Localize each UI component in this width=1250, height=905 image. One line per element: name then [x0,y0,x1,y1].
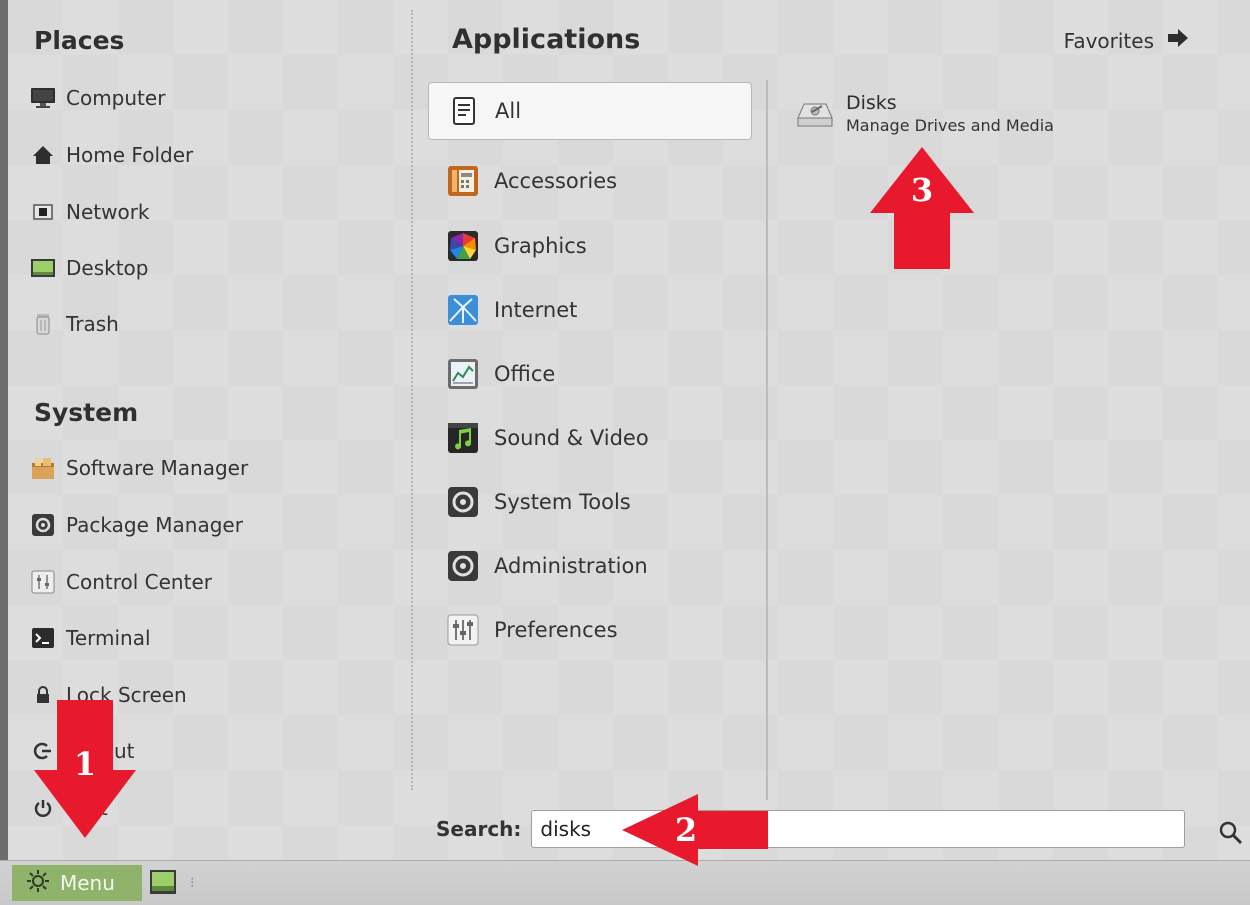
internet-icon [446,293,480,327]
lock-icon [30,682,56,708]
left-pane: Places Computer Home Folder Network Desk… [8,0,408,860]
graphics-icon [446,229,480,263]
search-icon[interactable] [1216,818,1246,848]
menu-button[interactable]: Menu [12,865,142,901]
category-internet[interactable]: Internet [428,281,752,339]
category-label: System Tools [494,490,631,514]
system-item-quit[interactable]: Quit [30,786,108,830]
category-label: Accessories [494,169,618,193]
software-manager-icon [30,455,56,481]
desktop-icon [30,255,56,281]
administration-icon [446,549,480,583]
all-list-icon [447,94,481,128]
system-item-control-center[interactable]: Control Center [30,560,212,604]
place-item-desktop[interactable]: Desktop [30,246,148,290]
category-label: Administration [494,554,648,578]
package-manager-icon [30,512,56,538]
home-icon [30,142,56,168]
system-item-logout[interactable]: Logout [30,729,134,773]
applications-title: Applications [452,24,641,55]
favorites-button[interactable]: Favorites [1064,28,1190,53]
place-item-label: Computer [66,86,166,110]
category-label: Sound & Video [494,426,649,450]
category-accessories[interactable]: Accessories [428,152,752,210]
app-result-text: Disks Manage Drives and Media [846,92,1054,135]
category-label: Internet [494,298,578,322]
show-desktop-icon[interactable] [148,867,178,897]
category-label: Office [494,362,556,386]
system-item-lock-screen[interactable]: Lock Screen [30,673,187,717]
system-item-label: Logout [66,739,135,763]
places-title: Places [34,26,125,55]
system-item-label: Package Manager [66,513,243,537]
category-label: All [495,99,522,123]
place-item-label: Trash [66,312,119,336]
system-item-package-manager[interactable]: Package Manager [30,503,243,547]
search-row: Search: [436,810,1186,848]
place-item-network[interactable]: Network [30,190,150,234]
category-label: Graphics [494,234,587,258]
category-all[interactable]: All [428,82,752,140]
place-item-label: Desktop [66,256,149,280]
system-item-label: Control Center [66,570,212,594]
category-system-tools[interactable]: System Tools [428,473,752,531]
logout-icon [30,738,56,764]
app-result-disks[interactable]: Disks Manage Drives and Media [794,92,1054,135]
favorites-label: Favorites [1063,28,1154,53]
panel-handle-icon: ⁝ [190,875,195,891]
system-item-label: Terminal [66,626,151,650]
accessories-icon [446,164,480,198]
monitor-icon [30,85,56,111]
place-item-trash[interactable]: Trash [30,302,119,346]
menu-button-label: Menu [60,871,115,895]
taskbar: Menu ⁝ [0,860,1250,905]
system-item-software-manager[interactable]: Software Manager [30,446,248,490]
terminal-icon [30,625,56,651]
sound-video-icon [446,421,480,455]
gear-icon [26,869,50,898]
system-item-label: Quit [66,796,108,820]
office-icon [446,357,480,391]
app-name: Disks [846,92,897,114]
trash-icon [30,311,56,337]
power-icon [30,795,56,821]
search-label: Search: [436,817,522,841]
place-item-label: Home Folder [66,143,194,167]
mint-menu-window: Places Computer Home Folder Network Desk… [0,0,1250,860]
system-item-label: Lock Screen [66,683,187,707]
system-item-terminal[interactable]: Terminal [30,616,151,660]
search-input[interactable] [531,810,1186,848]
app-description: Manage Drives and Media [846,116,1054,135]
results-divider [766,80,768,800]
system-title: System [34,398,139,427]
place-item-computer[interactable]: Computer [30,76,165,120]
system-item-label: Software Manager [66,456,249,480]
network-icon [30,199,56,225]
pane-divider [411,10,413,790]
system-tools-icon [446,485,480,519]
category-office[interactable]: Office [428,345,752,403]
control-center-icon [30,569,56,595]
category-sound-video[interactable]: Sound & Video [428,409,752,467]
preferences-icon [446,613,480,647]
arrow-right-icon [1166,28,1190,53]
place-item-label: Network [66,200,150,224]
category-label: Preferences [494,618,618,642]
category-administration[interactable]: Administration [428,537,752,595]
category-graphics[interactable]: Graphics [428,217,752,275]
category-preferences[interactable]: Preferences [428,601,752,659]
disks-icon [794,92,836,134]
place-item-home-folder[interactable]: Home Folder [30,133,193,177]
